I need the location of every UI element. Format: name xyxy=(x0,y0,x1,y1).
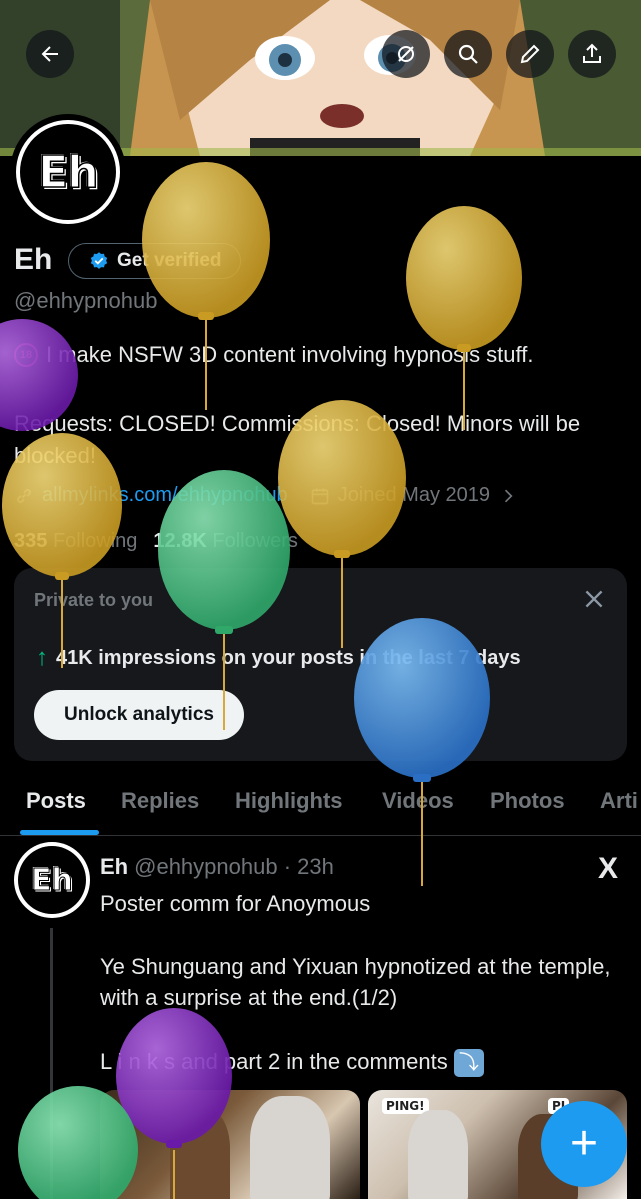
verified-badge-icon xyxy=(90,252,108,269)
get-verified-label: Get verified xyxy=(117,250,222,271)
search-button[interactable] xyxy=(444,30,492,78)
close-icon[interactable] xyxy=(581,586,607,612)
tab-replies[interactable]: Replies xyxy=(121,788,199,814)
impressions-text: 41K impressions on your posts in the las… xyxy=(56,646,521,669)
chevron-right-icon[interactable] xyxy=(498,486,518,506)
profile-avatar[interactable]: Eh xyxy=(10,114,126,230)
arrow-down-right-emoji-icon: ⤵ xyxy=(453,1049,484,1078)
tab-highlights[interactable]: Highlights xyxy=(235,788,343,814)
hide-icon xyxy=(398,46,414,62)
following-label: Following xyxy=(52,530,138,552)
post-text-line-2: Ye Shunguang and Yixuan hypnotized at th… xyxy=(100,954,611,1010)
following-count: 335 xyxy=(14,530,48,552)
media-figure-1 xyxy=(170,1108,230,1199)
post-avatar-disc: Eh xyxy=(18,846,86,914)
impressions-row: ↑ 41K impressions on your posts in the l… xyxy=(36,644,521,672)
edit-icon xyxy=(520,44,540,64)
tab-posts[interactable]: Posts xyxy=(26,788,86,814)
post-avatar-text: Eh xyxy=(31,862,74,898)
avatar-disc: Eh xyxy=(20,124,116,220)
media-caption-1: PING! xyxy=(382,1098,429,1114)
profile-meta: allmylinks.com/ehhypnohub Joined May 201… xyxy=(14,484,518,507)
post-text-line-1: Poster comm for Anoymous xyxy=(100,891,371,916)
link-icon xyxy=(17,488,31,503)
arrow-left-icon xyxy=(41,46,58,62)
calendar-icon xyxy=(311,488,329,504)
tab-photos[interactable]: Photos xyxy=(490,788,565,814)
tab-articles[interactable]: Arti xyxy=(600,788,638,814)
following-link[interactable]: 335 Following xyxy=(14,530,137,553)
get-verified-button[interactable]: Get verified xyxy=(68,243,241,279)
profile-tabs: Posts Replies Highlights Videos Photos A… xyxy=(0,770,641,836)
balloon-gold-2 xyxy=(406,206,522,430)
joined-date: Joined May 2019 xyxy=(337,484,491,506)
post-avatar[interactable]: Eh xyxy=(14,842,90,918)
profile-name: Eh xyxy=(14,243,53,276)
follow-stats: 335 Following 12.8K Followers xyxy=(14,530,298,553)
unlock-analytics-button[interactable]: Unlock analytics xyxy=(34,690,244,740)
edit-button[interactable] xyxy=(506,30,554,78)
back-button[interactable] xyxy=(26,30,74,78)
active-tab-indicator xyxy=(20,830,99,835)
bio-line-1: 18 I make NSFW 3D content involving hypn… xyxy=(14,342,533,368)
share-button[interactable] xyxy=(568,30,616,78)
bio-text-1: I make NSFW 3D content involving hypnosi… xyxy=(46,342,534,367)
media-figure-3 xyxy=(408,1110,468,1199)
share-icon xyxy=(583,43,601,63)
bio-line-2: Requests: CLOSED! Commissions: Closed! M… xyxy=(14,411,581,468)
post-text-line-3-text: L i n k s and part 2 in the comments xyxy=(100,1049,448,1074)
followers-link[interactable]: 12.8K Followers xyxy=(153,530,298,553)
post-author-name[interactable]: Eh xyxy=(100,854,128,880)
analytics-card-title: Private to you xyxy=(34,590,154,610)
balloon-gold-1 xyxy=(142,162,270,410)
arrow-up-icon: ↑ xyxy=(36,644,48,671)
media-figure-2 xyxy=(250,1096,330,1199)
post-header: Eh @ehhypnohub · 23h xyxy=(100,854,334,880)
compose-button[interactable]: + xyxy=(541,1101,627,1187)
post-handle-time: @ehhypnohub · 23h xyxy=(134,854,334,879)
search-icon xyxy=(458,44,478,64)
thread-line xyxy=(50,928,53,1199)
followers-count: 12.8K xyxy=(153,530,207,552)
age-18-icon: 18 xyxy=(14,343,38,367)
analytics-card: Private to you ↑ 41K impressions on your… xyxy=(14,568,627,761)
post-text-line-3: L i n k s and part 2 in the comments ⤵ xyxy=(100,1046,620,1078)
avatar-text: Eh xyxy=(38,146,100,199)
avatar-ring: Eh xyxy=(16,120,120,224)
profile-handle: @ehhypnohub xyxy=(14,288,158,313)
hide-button[interactable] xyxy=(382,30,430,78)
followers-label: Followers xyxy=(212,530,298,552)
profile-link[interactable]: allmylinks.com/ehhypnohub xyxy=(42,484,288,507)
post-media-1[interactable] xyxy=(100,1090,360,1199)
x-logo-icon: X xyxy=(598,852,619,885)
tab-videos[interactable]: Videos xyxy=(382,788,454,814)
